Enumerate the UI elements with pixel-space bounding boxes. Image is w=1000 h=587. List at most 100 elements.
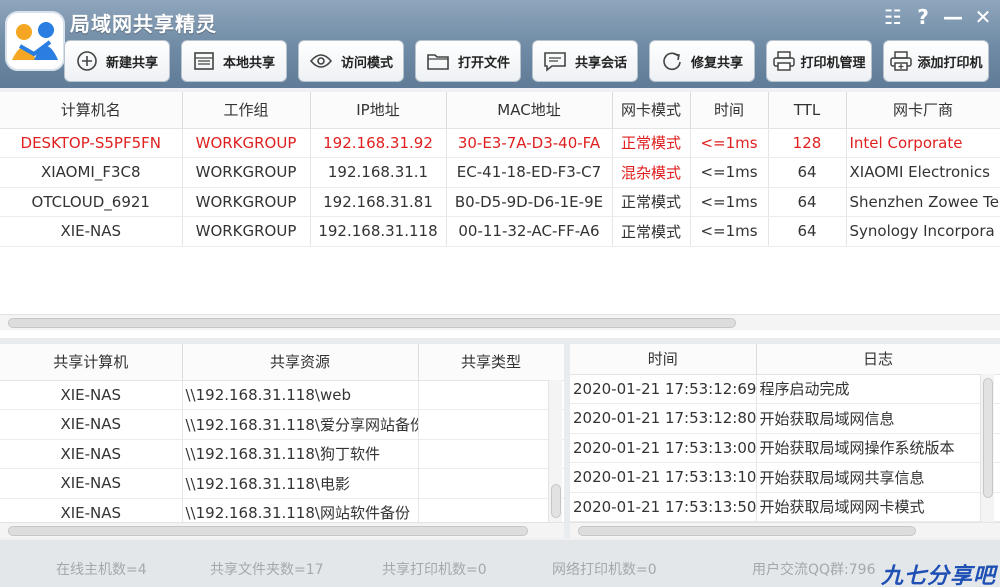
col-header-log-time[interactable]: 时间: [570, 344, 757, 375]
col-header-share-type[interactable]: 共享类型: [418, 344, 564, 381]
help-icon[interactable]: ?: [912, 5, 934, 29]
repair-share-button[interactable]: 修复共享: [649, 40, 755, 82]
log-vscrollbar[interactable]: [980, 374, 994, 524]
share-table-hscrollbar[interactable]: [0, 522, 564, 538]
cell-ip: 192.168.31.81: [310, 187, 447, 217]
log-hscrollbar[interactable]: [570, 522, 1000, 538]
window-icon: [194, 52, 214, 70]
status-shared-folders: 共享文件夹数=17: [210, 562, 324, 578]
add-printer-button[interactable]: 添加打印机: [883, 40, 989, 82]
minimize-icon[interactable]: —: [942, 5, 964, 29]
col-header-log-message[interactable]: 日志: [756, 344, 1000, 375]
app-logo-icon: [5, 11, 65, 71]
col-header-mac[interactable]: MAC地址: [446, 92, 613, 129]
col-header-ip[interactable]: IP地址: [310, 92, 447, 129]
cell-vendor: Shenzhen Zowee Te: [846, 187, 1000, 217]
host-table-header: 计算机名 工作组 IP地址 MAC地址 网卡模式 时间 TTL 网卡厂商: [0, 92, 1000, 129]
col-header-workgroup[interactable]: 工作组: [182, 92, 311, 129]
cell-nic-mode: 正常模式: [612, 216, 691, 247]
cell-share-type: [418, 380, 564, 410]
cell-ttl: 64: [768, 157, 847, 188]
cell-share-path: \\192.168.31.118\电影: [182, 468, 419, 499]
local-share-button[interactable]: 本地共享: [181, 40, 287, 82]
printer-icon: [773, 51, 796, 71]
host-table-hscrollbar[interactable]: [0, 314, 1000, 330]
cell-computer-name: XIE-NAS: [0, 216, 183, 247]
close-icon[interactable]: ✕: [972, 5, 994, 29]
cell-share-type: [418, 439, 564, 469]
plus-circle-icon: [77, 51, 97, 71]
log-vscroll-thumb[interactable]: [983, 378, 993, 498]
log-hscroll-thumb[interactable]: [578, 526, 916, 536]
menu-icon[interactable]: ☷: [882, 5, 904, 29]
cell-ttl: 64: [768, 187, 847, 217]
refresh-icon: [663, 52, 681, 71]
cell-mac: 30-E3-7A-D3-40-FA: [446, 128, 613, 158]
col-header-time[interactable]: 时间: [690, 92, 769, 129]
col-header-ttl[interactable]: TTL: [768, 92, 847, 129]
new-share-button[interactable]: 新建共享: [64, 40, 170, 82]
cell-computer-name: XIAOMI_F3C8: [0, 157, 183, 188]
share-session-label: 共享会话: [574, 55, 627, 71]
col-header-computer-name[interactable]: 计算机名: [0, 92, 183, 129]
col-header-share-host[interactable]: 共享计算机: [0, 344, 183, 381]
cell-nic-mode: 正常模式: [612, 128, 691, 158]
table-row[interactable]: 2020-01-21 17:53:12:802 开始获取局域网信息: [570, 403, 1000, 434]
cell-workgroup: WORKGROUP: [182, 128, 311, 158]
cell-workgroup: WORKGROUP: [182, 216, 311, 247]
table-row[interactable]: 2020-01-21 17:53:13:001 开始获取局域网操作系统版本: [570, 433, 1000, 463]
cell-ip: 192.168.31.1: [310, 157, 447, 188]
cell-log-message: 开始获取局域网共享信息: [756, 462, 1000, 493]
app-title: 局域网共享精灵: [70, 12, 217, 36]
cell-log-message: 开始获取局域网操作系统版本: [756, 433, 1000, 463]
table-row[interactable]: 2020-01-21 17:53:12:696 程序启动完成: [570, 374, 1000, 404]
table-row[interactable]: XIE-NAS \\192.168.31.118\web: [0, 380, 564, 410]
table-row[interactable]: XIE-NAS \\192.168.31.118\爱分享网站备份: [0, 409, 564, 440]
table-row[interactable]: XIE-NAS WORKGROUP 192.168.31.118 00-11-3…: [0, 216, 1000, 247]
table-row[interactable]: XIE-NAS \\192.168.31.118\电影: [0, 468, 564, 499]
col-header-nic-mode[interactable]: 网卡模式: [612, 92, 691, 129]
share-table-vscroll-thumb[interactable]: [551, 484, 561, 518]
table-row[interactable]: 2020-01-21 17:53:13:502 开始获取局域网网卡模式: [570, 492, 1000, 522]
cell-vendor: Intel Corporate: [846, 128, 1000, 158]
cell-workgroup: WORKGROUP: [182, 187, 311, 217]
host-table-hscroll-thumb[interactable]: [8, 318, 736, 328]
col-header-share-resource[interactable]: 共享资源: [182, 344, 419, 381]
chat-icon: [544, 52, 566, 72]
open-file-button[interactable]: 打开文件: [415, 40, 521, 82]
share-table-vscrollbar[interactable]: [548, 380, 562, 524]
table-row[interactable]: XIAOMI_F3C8 WORKGROUP 192.168.31.1 EC-41…: [0, 157, 1000, 188]
cell-share-host: XIE-NAS: [0, 380, 183, 410]
cell-share-host: XIE-NAS: [0, 439, 183, 469]
col-header-vendor[interactable]: 网卡厂商: [846, 92, 1000, 129]
log-table-header: 时间 日志: [570, 344, 1000, 375]
cell-log-time: 2020-01-21 17:53:12:802: [570, 403, 757, 434]
status-bar: 在线主机数=4 共享文件夹数=17 共享打印机数=0 网络打印机数=0 用户交流…: [0, 540, 1000, 587]
cell-mac: EC-41-18-ED-F3-C7: [446, 157, 613, 188]
printer-manage-button[interactable]: 打印机管理: [766, 40, 872, 82]
cell-log-time: 2020-01-21 17:53:12:696: [570, 374, 757, 404]
table-row[interactable]: XIE-NAS \\192.168.31.118\狗丁软件: [0, 439, 564, 469]
status-online-hosts: 在线主机数=4: [56, 562, 147, 578]
cell-log-message: 开始获取局域网网卡模式: [756, 492, 1000, 522]
access-mode-button[interactable]: 访问模式: [298, 40, 404, 82]
log-panel: 时间 日志 2020-01-21 17:53:12:696 程序启动完成 202…: [564, 338, 1000, 538]
cell-log-message: 程序启动完成: [756, 374, 1000, 404]
share-table-header: 共享计算机 共享资源 共享类型: [0, 344, 564, 381]
table-row[interactable]: OTCLOUD_6921 WORKGROUP 192.168.31.81 B0-…: [0, 187, 1000, 217]
status-network-printers: 网络打印机数=0: [552, 562, 657, 578]
host-list-panel: 计算机名 工作组 IP地址 MAC地址 网卡模式 时间 TTL 网卡厂商 DES…: [0, 92, 1000, 338]
toolbar: 新建共享 本地共享 访问模式 打开文件 共享会话 修复共享 打印机管理 添加打印…: [64, 40, 989, 82]
cell-log-message: 开始获取局域网信息: [756, 403, 1000, 434]
cell-nic-mode: 混杂模式: [612, 157, 691, 188]
table-row[interactable]: DESKTOP-S5PF5FN WORKGROUP 192.168.31.92 …: [0, 128, 1000, 158]
printer-manage-label: 打印机管理: [800, 55, 866, 71]
status-qq-group[interactable]: 用户交流QQ群:796: [752, 559, 875, 579]
share-table-hscroll-thumb[interactable]: [8, 526, 528, 536]
cell-log-time: 2020-01-21 17:53:13:502: [570, 492, 757, 522]
open-file-label: 打开文件: [457, 55, 510, 71]
share-session-button[interactable]: 共享会话: [532, 40, 638, 82]
cell-share-type: [418, 409, 564, 440]
add-printer-label: 添加打印机: [917, 55, 983, 71]
table-row[interactable]: 2020-01-21 17:53:13:101 开始获取局域网共享信息: [570, 462, 1000, 493]
